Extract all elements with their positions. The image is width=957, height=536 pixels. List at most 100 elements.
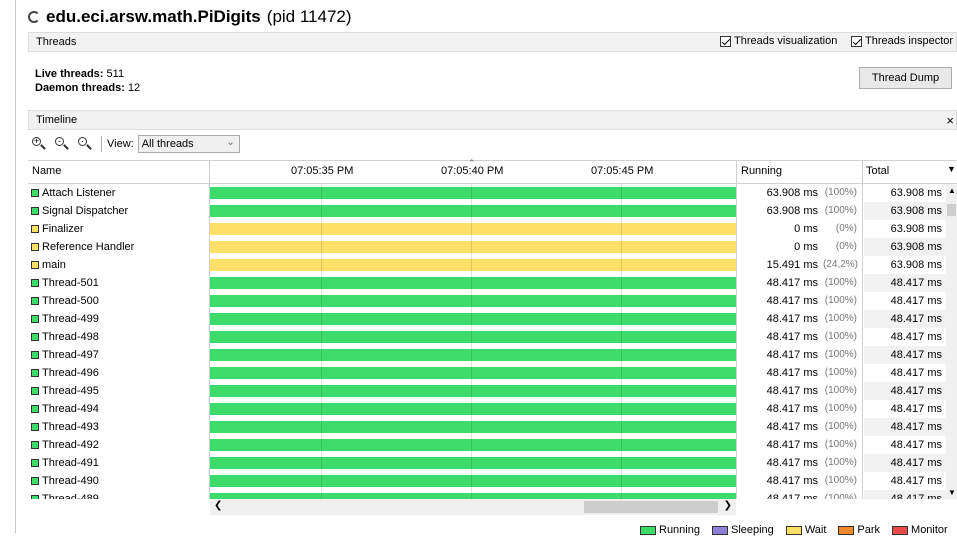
running-percent: (100%) — [824, 313, 857, 324]
thread-state-bar — [210, 313, 736, 325]
legend-item: Running — [640, 524, 700, 536]
thread-name: Reference Handler — [42, 241, 135, 253]
view-select[interactable]: All threads ⌄ — [137, 135, 240, 153]
thread-state-icon — [31, 441, 39, 449]
table-row[interactable]: main 15.491 ms (24,2%) 63.908 ms — [28, 256, 946, 274]
table-row[interactable]: Thread-497 48.417 ms (100%) 48.417 ms — [28, 346, 946, 364]
running-percent: (100%) — [824, 205, 857, 216]
total-time: 48.417 ms — [890, 457, 942, 469]
table-row[interactable]: Attach Listener 63.908 ms (100%) 63.908 ms — [28, 184, 946, 202]
live-threads-value: 511 — [106, 68, 125, 80]
timeline-section-label: Timeline — [36, 114, 78, 126]
thread-state-bar — [210, 475, 736, 487]
scroll-right-icon[interactable]: ❯ — [724, 500, 732, 511]
timeline-toolbar: + - · View: All threads ⌄ — [32, 134, 240, 154]
view-select-value: All threads — [141, 138, 194, 150]
table-row[interactable]: Signal Dispatcher 63.908 ms (100%) 63.908 m… — [28, 202, 946, 220]
thread-name-cell: Thread-489 — [31, 493, 99, 499]
thread-stats: Live threads: 511 Daemon threads: 12 — [35, 67, 140, 95]
scroll-down-icon[interactable]: ▼ — [948, 488, 956, 497]
table-row[interactable]: Finalizer 0 ms (0%) 63.908 ms — [28, 220, 946, 238]
column-header-total[interactable]: Total — [866, 165, 889, 177]
legend-item: Park — [838, 524, 880, 536]
thread-state-icon — [31, 351, 39, 359]
table-row[interactable]: Thread-494 48.417 ms (100%) 48.417 ms — [28, 400, 946, 418]
thread-state-bar — [210, 295, 736, 307]
running-time: 48.417 ms — [766, 457, 818, 469]
table-row[interactable]: Thread-496 48.417 ms (100%) 48.417 ms — [28, 364, 946, 382]
running-percent: (100%) — [824, 385, 857, 396]
table-row[interactable]: Thread-492 48.417 ms (100%) 48.417 ms — [28, 436, 946, 454]
running-percent: (100%) — [824, 475, 857, 486]
running-time: 48.417 ms — [766, 331, 818, 343]
table-row[interactable]: Thread-489 48.417 ms (100%) 48.417 ms — [28, 490, 946, 499]
thread-name-cell: Thread-498 — [31, 331, 99, 343]
table-row[interactable]: Thread-493 48.417 ms (100%) 48.417 ms — [28, 418, 946, 436]
column-header-running[interactable]: Running — [741, 165, 782, 177]
column-menu-icon[interactable]: ▼ — [947, 164, 956, 174]
thread-name-cell: Thread-500 — [31, 295, 99, 307]
total-time: 48.417 ms — [890, 367, 942, 379]
table-row[interactable]: Thread-491 48.417 ms (100%) 48.417 ms — [28, 454, 946, 472]
table-row[interactable]: Reference Handler 0 ms (0%) 63.908 ms — [28, 238, 946, 256]
thread-state-bar — [210, 457, 736, 469]
table-row[interactable]: Thread-495 48.417 ms (100%) 48.417 ms — [28, 382, 946, 400]
zoom-in-icon[interactable]: + — [32, 137, 46, 151]
table-row[interactable]: Thread-498 48.417 ms (100%) 48.417 ms — [28, 328, 946, 346]
zoom-out-icon[interactable]: - — [55, 137, 69, 151]
legend-label: Wait — [804, 524, 827, 536]
total-time: 63.908 ms — [890, 241, 942, 253]
thread-name: Thread-489 — [42, 493, 99, 499]
legend-label: Monitor — [911, 524, 948, 536]
horizontal-scrollbar[interactable]: ❮ ❯ — [210, 499, 736, 515]
running-time: 48.417 ms — [766, 385, 818, 397]
thread-state-bar — [210, 385, 736, 397]
total-time: 48.417 ms — [890, 295, 942, 307]
time-tick: 07:05:35 PM — [291, 165, 354, 177]
zoom-fit-icon[interactable]: · — [78, 137, 92, 151]
thread-state-icon — [31, 315, 39, 323]
thread-name: Thread-492 — [42, 439, 99, 451]
table-row[interactable]: Thread-490 48.417 ms (100%) 48.417 ms — [28, 472, 946, 490]
thread-state-bar — [210, 205, 736, 217]
scroll-up-icon[interactable]: ▲ — [948, 186, 956, 195]
close-icon[interactable]: × — [946, 113, 954, 128]
total-time: 48.417 ms — [890, 385, 942, 397]
table-row[interactable]: Thread-500 48.417 ms (100%) 48.417 ms — [28, 292, 946, 310]
panel-left-border — [15, 0, 16, 533]
thread-dump-button[interactable]: Thread Dump — [859, 67, 952, 89]
table-row[interactable]: Thread-501 48.417 ms (100%) 48.417 ms — [28, 274, 946, 292]
checkbox-checked-icon — [720, 35, 731, 47]
legend-item: Wait — [785, 524, 827, 536]
total-time: 48.417 ms — [890, 475, 942, 487]
running-percent: (100%) — [824, 295, 857, 306]
daemon-threads-label: Daemon threads: — [35, 82, 125, 94]
threads-section-label: Threads — [36, 36, 77, 48]
running-percent: (100%) — [824, 277, 857, 288]
scroll-left-icon[interactable]: ❮ — [214, 500, 222, 511]
app-title: edu.eci.arsw.math.PiDigits — [46, 7, 261, 26]
thread-state-bar — [210, 421, 736, 433]
state-legend: Running Sleeping Wait Park Monitor — [640, 524, 948, 536]
total-time: 48.417 ms — [890, 277, 942, 289]
table-row[interactable]: Thread-499 48.417 ms (100%) 48.417 ms — [28, 310, 946, 328]
thread-name-cell: Thread-493 — [31, 421, 99, 433]
running-percent: (0%) — [835, 241, 857, 252]
live-threads-label: Live threads: — [35, 68, 104, 80]
vertical-scrollbar[interactable]: ▲ ▼ — [946, 184, 957, 499]
scroll-thumb[interactable] — [947, 204, 956, 216]
scroll-thumb[interactable] — [584, 501, 718, 513]
thread-name-cell: Thread-499 — [31, 313, 99, 325]
threads-inspector-checkbox[interactable]: Threads inspector — [851, 35, 953, 47]
thread-name-cell: Thread-491 — [31, 457, 99, 469]
thread-state-icon — [31, 333, 39, 341]
threads-visualization-checkbox[interactable]: Threads visualization — [720, 35, 837, 47]
thread-name: Thread-499 — [42, 313, 99, 325]
time-tick: 07:05:40 PM — [441, 165, 504, 177]
thread-name: Thread-495 — [42, 385, 99, 397]
thread-state-icon — [31, 369, 39, 377]
thread-name: Thread-496 — [42, 367, 99, 379]
column-header-name[interactable]: Name — [32, 165, 61, 177]
time-tick: 07:05:45 PM — [591, 165, 654, 177]
thread-state-bar — [210, 259, 736, 271]
